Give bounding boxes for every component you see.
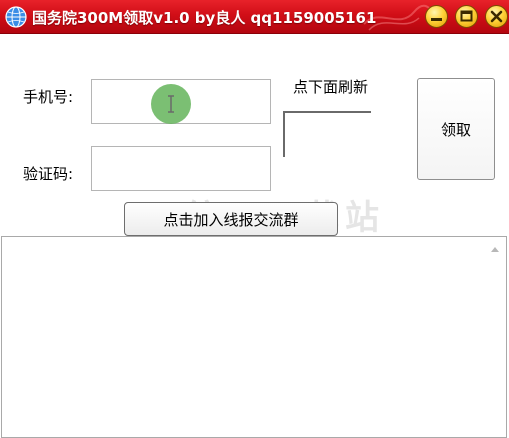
window-title: 国务院300M领取v1.0 by良人 qq1159005161 <box>32 9 377 27</box>
text-cursor-icon <box>168 95 174 113</box>
minimize-icon <box>431 18 442 21</box>
code-label: 验证码: <box>23 165 74 183</box>
code-input[interactable] <box>91 146 271 191</box>
join-group-button[interactable]: 点击加入线报交流群 <box>124 202 338 236</box>
maximize-icon <box>460 10 473 22</box>
app-window: 国务院300M领取v1.0 by良人 qq1159005161 手机号: 点下面… <box>0 0 509 438</box>
title-bar[interactable]: 国务院300M领取v1.0 by良人 qq1159005161 <box>0 0 509 34</box>
close-button[interactable] <box>485 5 508 28</box>
scroll-up-arrow-icon[interactable] <box>490 245 500 253</box>
app-globe-icon <box>5 6 27 28</box>
minimize-button[interactable] <box>425 5 448 28</box>
captcha-image[interactable] <box>283 111 371 157</box>
get-button[interactable]: 领取 <box>417 78 495 180</box>
phone-label: 手机号: <box>23 88 74 106</box>
close-icon <box>490 10 503 23</box>
log-textarea[interactable] <box>1 236 507 438</box>
refresh-hint: 点下面刷新 <box>293 78 369 96</box>
maximize-button[interactable] <box>455 5 478 28</box>
